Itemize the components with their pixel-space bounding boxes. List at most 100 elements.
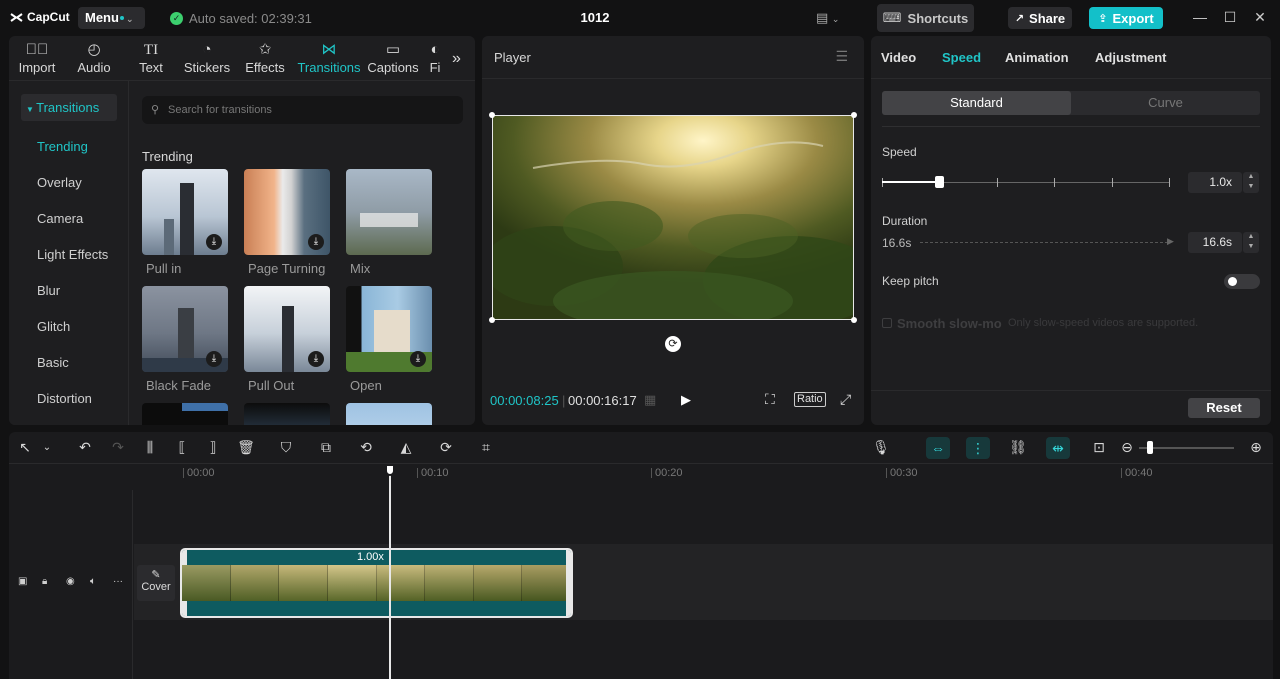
layout-icon[interactable]: ▤ ⌄ (816, 10, 839, 26)
clip-trim-right[interactable] (566, 550, 571, 616)
playhead-handle[interactable] (385, 464, 395, 476)
minimize-icon[interactable]: — (1190, 9, 1210, 25)
video-clip[interactable]: 1.00x (180, 548, 573, 618)
zoom-slider-handle[interactable] (1147, 441, 1153, 454)
tab-audio[interactable]: ◴ Audio (68, 40, 120, 75)
share-button[interactable]: ↗ Share (1008, 7, 1072, 29)
tab-import[interactable]: ▶⃞ Import (11, 40, 63, 75)
grid-icon[interactable]: ▦ (644, 392, 656, 408)
duration-stepper[interactable]: ▲ ▼ (1243, 232, 1259, 253)
crop-handle[interactable] (489, 317, 495, 323)
select-cursor-icon[interactable]: ↖ (15, 439, 35, 456)
eye-icon[interactable]: ◉ (66, 576, 75, 587)
sidebar-item-overlay[interactable]: Overlay (37, 175, 82, 190)
transition-thumb-partial[interactable] (346, 403, 432, 425)
sidebar-item-camera[interactable]: Camera (37, 211, 83, 226)
sidebar-item-basic[interactable]: Basic (37, 355, 69, 370)
tab-adjustment[interactable]: Adjustment (1095, 50, 1167, 65)
link-icon[interactable]: ⛓ (1008, 439, 1028, 456)
sidebar-header[interactable]: ▼ Transitions (21, 94, 117, 121)
reset-button[interactable]: Reset (1188, 398, 1260, 418)
split-right-icon[interactable]: ⟧ (203, 439, 223, 456)
download-icon[interactable]: ⤓ (308, 351, 324, 367)
maximize-icon[interactable]: ☐ (1220, 9, 1240, 26)
track-type-icon[interactable]: ▣ (18, 576, 27, 587)
rotate-icon[interactable]: ⟳ (665, 336, 681, 352)
zoom-out-icon[interactable]: ⊖ (1117, 439, 1137, 456)
fit-icon[interactable]: ⛶ (765, 391, 775, 408)
tab-filters[interactable]: ◐ Fi (425, 40, 445, 75)
transition-thumb-page-turning[interactable]: ⤓ (244, 169, 330, 255)
tab-animation[interactable]: Animation (1005, 50, 1069, 65)
mode-curve[interactable]: Curve (1071, 91, 1260, 115)
main-track-magnet-icon[interactable]: ⇔ (926, 437, 950, 459)
crop-handle[interactable] (851, 317, 857, 323)
split-icon[interactable]: ⫼ (140, 439, 160, 456)
split-left-icon[interactable]: ⟦ (172, 439, 192, 456)
download-icon[interactable]: ⤓ (308, 234, 324, 250)
speed-value-field[interactable]: 1.0x (1188, 172, 1242, 193)
undo-icon[interactable]: ↶ (75, 439, 95, 456)
tab-transitions[interactable]: ⋈ Transitions (295, 40, 363, 75)
tab-text[interactable]: TI Text (125, 40, 177, 75)
sidebar-item-glitch[interactable]: Glitch (37, 319, 70, 334)
more-icon[interactable]: ··· (113, 576, 123, 587)
menu-button[interactable]: Menu ⌄ (78, 7, 145, 29)
redo-icon[interactable]: ↷ (108, 439, 128, 456)
microphone-icon[interactable]: 🎙 (871, 439, 891, 456)
zoom-slider[interactable] (1139, 447, 1234, 449)
keep-pitch-toggle[interactable] (1224, 274, 1260, 289)
project-title[interactable]: 1012 (560, 10, 630, 25)
sidebar-item-blur[interactable]: Blur (37, 283, 60, 298)
fit-timeline-icon[interactable]: ⊡ (1089, 439, 1109, 456)
duration-value-field[interactable]: 16.6s (1188, 232, 1242, 253)
tab-speed[interactable]: Speed (942, 50, 981, 65)
crop-icon[interactable]: ⌗ (476, 439, 496, 456)
playhead[interactable] (389, 464, 391, 679)
download-icon[interactable]: ⤓ (410, 351, 426, 367)
export-button[interactable]: ⇪ Export (1089, 7, 1163, 29)
marker-icon[interactable]: ⛉ (276, 439, 296, 456)
download-icon[interactable]: ⤓ (206, 351, 222, 367)
speed-slider-handle[interactable] (935, 176, 944, 188)
search-input[interactable]: ⚲ Search for transitions (142, 96, 463, 124)
hamburger-icon[interactable]: ☰ (835, 48, 848, 65)
transition-thumb-pull-out[interactable]: ⤓ (244, 286, 330, 372)
rotate-icon[interactable]: ⟳ (436, 439, 456, 456)
tab-stickers[interactable]: ◔ Stickers (181, 40, 233, 75)
sidebar-item-distortion[interactable]: Distortion (37, 391, 92, 406)
freeze-icon[interactable]: ⧉ (316, 439, 336, 456)
tab-video[interactable]: Video (881, 50, 916, 65)
tab-captions[interactable]: ▭ Captions (367, 40, 419, 75)
crop-handle[interactable] (489, 112, 495, 118)
mirror-icon[interactable]: ◭ (396, 439, 416, 456)
delete-icon[interactable]: 🗑 (236, 439, 256, 456)
mode-standard[interactable]: Standard (882, 91, 1071, 115)
cover-button[interactable]: ✎ Cover (137, 565, 175, 601)
transition-thumb-partial[interactable] (244, 403, 330, 425)
fullscreen-icon[interactable]: ⤢ (840, 391, 851, 408)
transition-thumb-black-fade[interactable]: ⤓ (142, 286, 228, 372)
sidebar-item-trending[interactable]: Trending (37, 139, 88, 154)
more-tabs-icon[interactable]: » (452, 50, 461, 68)
transition-thumb-pull-in[interactable]: ⤓ (142, 169, 228, 255)
reverse-icon[interactable]: ⟲ (356, 439, 376, 456)
chevron-down-icon[interactable]: ⌄ (37, 442, 57, 453)
close-icon[interactable]: ✕ (1250, 9, 1270, 26)
download-icon[interactable]: ⤓ (206, 234, 222, 250)
speed-stepper[interactable]: ▲ ▼ (1243, 172, 1259, 193)
crop-handle[interactable] (851, 112, 857, 118)
sidebar-item-light-effects[interactable]: Light Effects (37, 247, 108, 262)
play-icon[interactable]: ▶ (681, 392, 691, 408)
video-preview[interactable] (492, 115, 854, 320)
transition-thumb-open[interactable]: ⤓ (346, 286, 432, 372)
transition-thumb-partial[interactable] (142, 403, 228, 425)
preview-axis-icon[interactable]: ⇹ (1046, 437, 1070, 459)
ratio-button[interactable]: Ratio (794, 392, 826, 407)
transition-thumb-mix[interactable] (346, 169, 432, 255)
auto-snap-icon[interactable]: ⋮ (966, 437, 990, 459)
shortcuts-button[interactable]: ⌨ Shortcuts (877, 4, 974, 32)
lock-icon[interactable]: 🔒︎ (42, 576, 47, 587)
zoom-in-icon[interactable]: ⊕ (1246, 439, 1266, 456)
tab-effects[interactable]: ✩ Effects (239, 40, 291, 75)
